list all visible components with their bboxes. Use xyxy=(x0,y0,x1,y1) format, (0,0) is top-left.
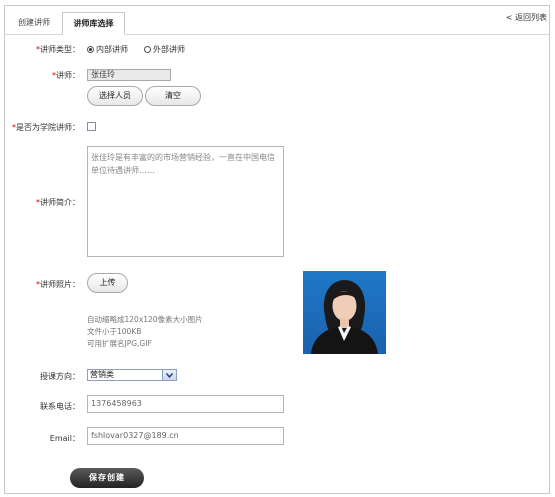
radio-empty-icon xyxy=(144,46,151,53)
teacher-name-field[interactable]: 张佳玲 xyxy=(87,69,171,81)
radio-selected-icon xyxy=(87,46,94,53)
tab-create-teacher[interactable]: 创建讲师 xyxy=(9,12,59,34)
tab-teacher-library[interactable]: 讲师库选择 xyxy=(62,12,125,35)
radio-internal-label: 内部讲师 xyxy=(96,45,128,54)
select-person-button[interactable]: 选择人员 xyxy=(87,86,143,106)
upload-button[interactable]: 上传 xyxy=(87,273,128,293)
academy-teacher-checkbox[interactable] xyxy=(87,122,96,131)
save-create-button[interactable]: 保存创建 xyxy=(70,468,144,488)
teacher-type-label: *讲师类型： xyxy=(36,45,80,54)
direction-select-value: 营销类 xyxy=(90,370,114,379)
photo-hint-ext: 可用扩展名JPG,GIF xyxy=(87,339,152,348)
teacher-label: *讲师： xyxy=(52,71,80,80)
email-label: Email： xyxy=(49,434,80,443)
portrait-image xyxy=(303,271,386,354)
photo-label: *讲师照片： xyxy=(36,280,80,289)
radio-external-label: 外部讲师 xyxy=(153,45,185,54)
direction-label: 授课方向： xyxy=(40,372,80,381)
back-to-list-link[interactable]: < 返回列表 xyxy=(506,12,547,23)
phone-field[interactable]: 1376458963 xyxy=(87,395,284,413)
intro-textarea[interactable]: 张佳玲是有丰富的的市场营销经验，一直在中国电信单位待遇讲师…… xyxy=(87,146,284,257)
photo-hint: 自动缩略成120x120像素大小图片 文件小于100KB 可用扩展名JPG,GI… xyxy=(87,314,203,350)
tab-bar: 创建讲师 讲师库选择 xyxy=(5,6,549,35)
email-field[interactable]: fshlovar0327@189.cn xyxy=(87,427,284,445)
radio-internal[interactable]: 内部讲师 xyxy=(87,44,128,55)
teacher-photo xyxy=(303,271,386,354)
photo-hint-size: 自动缩略成120x120像素大小图片 xyxy=(87,315,203,324)
intro-label: *讲师简介： xyxy=(36,198,80,207)
chevron-down-icon[interactable] xyxy=(162,370,176,380)
academy-teacher-label: *是否为学院讲师： xyxy=(12,123,80,132)
clear-button[interactable]: 清空 xyxy=(145,86,201,106)
phone-label: 联系电话： xyxy=(40,402,80,411)
photo-hint-filesize: 文件小于100KB xyxy=(87,327,142,336)
direction-select[interactable]: 营销类 xyxy=(87,369,177,381)
radio-external[interactable]: 外部讲师 xyxy=(144,44,185,55)
